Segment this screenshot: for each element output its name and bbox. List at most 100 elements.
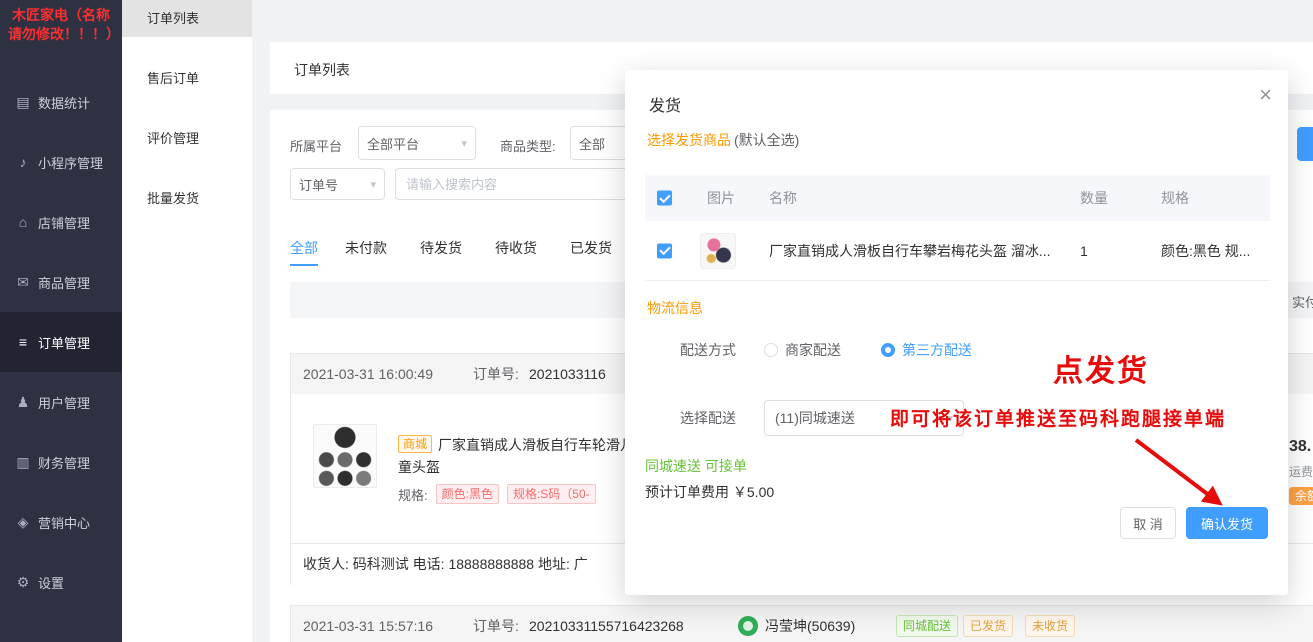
order-time: 2021-03-31 16:00:49	[303, 366, 433, 382]
select-goods-section-title: 选择发货商品 (默认全选)	[647, 130, 799, 150]
shop-name: 木匠家电（名称请勿修改！！！）	[8, 7, 120, 42]
sidebar-item-goods[interactable]: ✉ 商品管理	[0, 252, 122, 312]
estimated-fee-text: 预计订单费用 ￥5.00	[645, 484, 775, 500]
order-card: 2021-03-31 15:57:16 订单号: 202103311557164…	[290, 605, 1313, 642]
col-qty: 数量	[1080, 190, 1108, 206]
sidebar-item-label: 店铺管理	[38, 215, 91, 231]
select-all-checkbox[interactable]	[657, 190, 672, 206]
sidebar-item-label: 数据统计	[38, 95, 91, 111]
sidebar-item-label: 用户管理	[38, 395, 91, 411]
submenu-item-batch-ship[interactable]: 批量发货	[122, 180, 252, 217]
chart-icon: ▤	[16, 93, 30, 110]
sidebar-menu: ▤ 数据统计 ♪ 小程序管理 ⌂ 店铺管理 ✉ 商品管理 ≡ 订单管理 ♟ 用户…	[0, 72, 122, 612]
goods-table: 图片 名称 数量 规格 厂家直销成人滑板自行车攀岩梅花头盔 溜冰... 1 颜色…	[645, 175, 1270, 281]
col-image: 图片	[707, 190, 735, 206]
sidebar-item-label: 订单管理	[38, 335, 91, 351]
tab-shipped[interactable]: 已发货	[570, 238, 612, 258]
buyer-avatar	[738, 616, 758, 636]
status-badge-shipped: 已发货	[963, 615, 1014, 637]
sidebar-item-shop[interactable]: ⌂ 店铺管理	[0, 192, 122, 252]
annotation-small-text: 即可将该订单推送至码科跑腿接单端	[890, 409, 1227, 430]
tab-to-receive[interactable]: 待收货	[495, 238, 537, 258]
radio-label: 商家配送	[785, 342, 841, 358]
row-spec: 颜色:黑色 规...	[1161, 242, 1251, 259]
row-product-name: 厂家直销成人滑板自行车攀岩梅花头盔 溜冰...	[769, 242, 1051, 259]
sidebar-item-data-stats[interactable]: ▤ 数据统计	[0, 72, 122, 132]
tab-all[interactable]: 全部	[290, 238, 318, 266]
status-badge-unreceived: 未收货	[1025, 615, 1076, 637]
tab-to-ship[interactable]: 待发货	[420, 238, 462, 258]
spec-tag-size: 规格:S码（50-	[506, 484, 596, 504]
type-select-value: 全部	[579, 136, 606, 152]
annotation-arrow	[1134, 438, 1223, 506]
orderno-select[interactable]: 订单号 ▾	[290, 168, 385, 200]
sidebar-item-settings[interactable]: ⚙ 设置	[0, 552, 122, 612]
platform-select[interactable]: 全部平台 ▾	[358, 126, 476, 160]
sidebar-item-orders[interactable]: ≡ 订单管理	[0, 312, 122, 372]
submenu: 订单列表 售后订单 评价管理 批量发货	[122, 0, 252, 642]
delivery-method-label: 配送方式	[680, 342, 736, 358]
radio-thirdparty-delivery[interactable]: 第三方配送	[881, 340, 972, 360]
platform-select-value: 全部平台	[367, 136, 420, 152]
sidebar-item-label: 设置	[38, 575, 65, 591]
sidebar-item-marketing[interactable]: ◈ 营销中心	[0, 492, 122, 552]
annotation-big-text: 点发货	[1053, 355, 1149, 388]
sidebar: 木匠家电（名称请勿修改！！！） ▤ 数据统计 ♪ 小程序管理 ⌂ 店铺管理 ✉ …	[0, 0, 122, 642]
order-header: 2021-03-31 15:57:16 订单号: 202103311557164…	[291, 606, 1313, 642]
balance-badge: 余额	[1289, 487, 1313, 505]
row-qty: 1	[1080, 242, 1088, 259]
modal-title: 发货	[649, 98, 682, 115]
search-button[interactable]	[1297, 127, 1313, 161]
buyer-name: 冯莹坤(50639)	[765, 618, 856, 634]
radio-label: 第三方配送	[902, 342, 972, 358]
courier-status-text: 同城速送 可接单	[645, 458, 747, 474]
sidebar-item-label: 小程序管理	[38, 155, 104, 171]
radio-unchecked-icon	[764, 343, 778, 357]
chevron-down-icon: ▾	[370, 178, 376, 191]
product-name: 厂家直销成人滑板自行车轮滑儿童头盔	[398, 437, 635, 475]
goods-table-row: 厂家直销成人滑板自行车攀岩梅花头盔 溜冰... 1 颜色:黑色 规...	[645, 221, 1270, 281]
order-no: 2021033116	[529, 366, 606, 382]
platform-filter-label: 所属平台	[290, 139, 343, 154]
spec-label: 规格:	[398, 487, 428, 503]
status-badge-delivery: 同城配送	[896, 615, 959, 637]
submenu-item-order-list[interactable]: 订单列表	[122, 0, 252, 37]
sidebar-item-users[interactable]: ♟ 用户管理	[0, 372, 122, 432]
radio-merchant-delivery[interactable]: 商家配送	[764, 340, 841, 360]
chevron-down-icon: ▾	[461, 137, 467, 150]
type-filter-label: 商品类型:	[500, 139, 556, 154]
row-checkbox[interactable]	[657, 243, 672, 258]
radio-checked-icon	[881, 343, 895, 357]
submenu-item-review[interactable]: 评价管理	[122, 120, 252, 157]
marketing-icon: ◈	[17, 513, 29, 530]
admin-screen: 木匠家电（名称请勿修改！！！） ▤ 数据统计 ♪ 小程序管理 ⌂ 店铺管理 ✉ …	[0, 0, 1313, 642]
section-note: (默认全选)	[734, 132, 800, 148]
shop-icon: ⌂	[18, 214, 28, 230]
product-info: 商城 厂家直销成人滑板自行车轮滑儿童头盔	[398, 434, 636, 478]
delivery-method-row: 配送方式 商家配送 第三方配送	[680, 340, 1012, 360]
order-time: 2021-03-31 15:57:16	[303, 618, 433, 634]
sidebar-item-miniprogram[interactable]: ♪ 小程序管理	[0, 132, 122, 192]
goods-icon: ✉	[17, 273, 29, 290]
col-name: 名称	[769, 190, 797, 206]
col-spec: 规格	[1161, 190, 1189, 206]
sidebar-item-label: 财务管理	[38, 455, 91, 471]
courier-select-label: 选择配送	[680, 410, 736, 426]
tab-unpaid[interactable]: 未付款	[345, 238, 387, 258]
goods-table-header: 图片 名称 数量 规格	[645, 175, 1270, 221]
freight-label: 运费	[1289, 465, 1313, 479]
product-image	[313, 424, 377, 488]
spec-row: 规格: 颜色:黑色 规格:S码（50-	[398, 484, 596, 504]
submenu-item-aftersale[interactable]: 售后订单	[122, 60, 252, 97]
orderno-select-value: 订单号	[299, 177, 339, 193]
spec-tag-color: 颜色:黑色	[435, 484, 499, 504]
close-icon[interactable]: ×	[1259, 84, 1272, 106]
orders-icon: ≡	[18, 334, 28, 350]
finance-icon: ▥	[16, 453, 30, 470]
users-icon: ♟	[16, 393, 30, 410]
miniprogram-icon: ♪	[19, 154, 27, 170]
settings-icon: ⚙	[16, 573, 30, 590]
order-no: 20210331155716423268	[529, 618, 684, 634]
order-no-label: 订单号:	[473, 366, 519, 382]
sidebar-item-finance[interactable]: ▥ 财务管理	[0, 432, 122, 492]
